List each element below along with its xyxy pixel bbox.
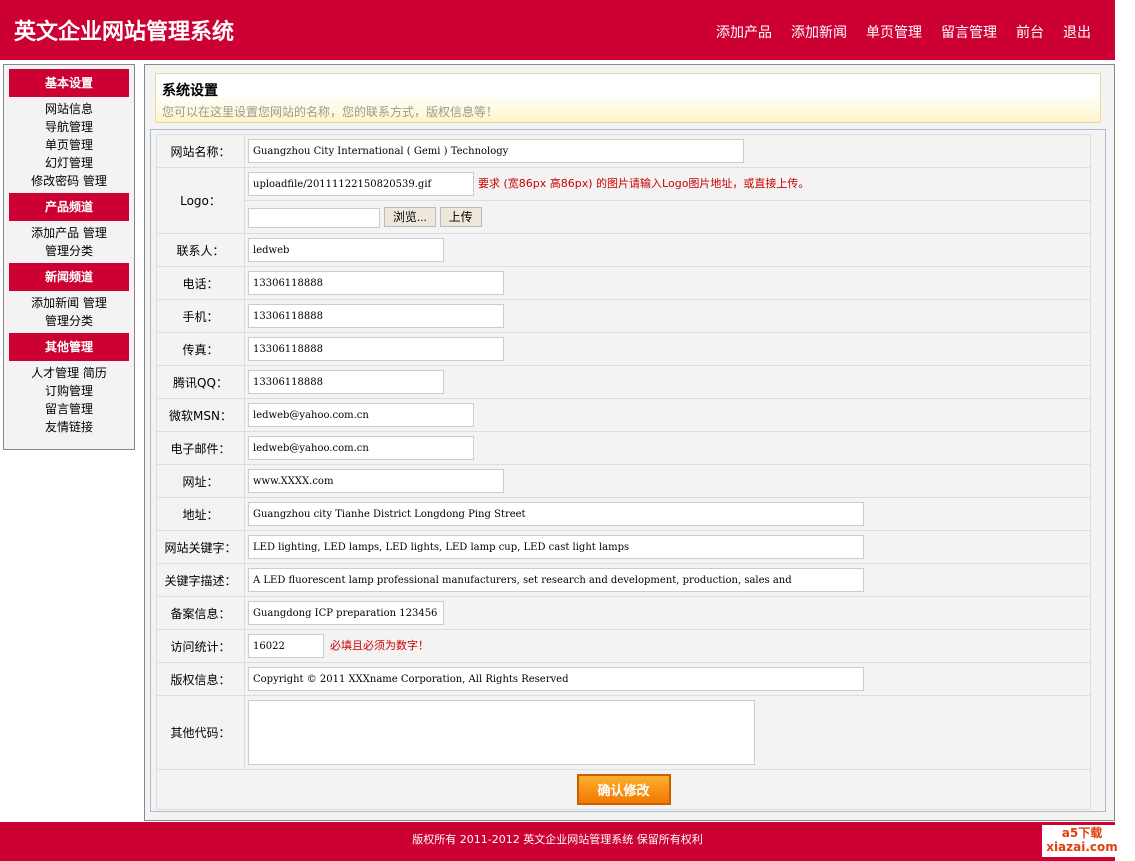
sidebar-item-add-product[interactable]: 添加产品 管理 [4, 224, 134, 242]
label-fax: 传真： [156, 332, 245, 366]
sidebar-section-basic: 基本设置 [9, 69, 129, 97]
sidebar-section-other: 其他管理 [9, 333, 129, 361]
notice-box: 系统设置 您可以在这里设置您网站的名称，您的联系方式，版权信息等！ [155, 73, 1101, 123]
sidebar-item-password[interactable]: 修改密码 管理 [4, 172, 134, 190]
label-msn: 微软MSN： [156, 398, 245, 432]
sidebar-item-talent[interactable]: 人才管理 简历 [4, 364, 134, 382]
right-margin [1115, 0, 1135, 861]
logo-hint: 要求 (宽86px 高86px) 的图片请输入Logo图片地址，或直接上传。 [478, 176, 810, 190]
label-url: 网址： [156, 464, 245, 498]
label-site-name: 网站名称： [156, 134, 245, 168]
stats-hint: 必填且必须为数字！ [330, 638, 429, 652]
qq-input[interactable] [248, 370, 444, 394]
confirm-button[interactable]: 确认修改 [576, 774, 671, 805]
label-keywords: 网站关键字： [156, 530, 245, 564]
label-description: 关键字描述： [156, 563, 245, 597]
url-input[interactable] [248, 469, 504, 493]
settings-form: 网站名称： Logo： 要求 (宽86px 高86px) 的图片请输入Logo图… [150, 129, 1106, 812]
sidebar-section-products: 产品频道 [9, 193, 129, 221]
email-input[interactable] [248, 436, 474, 460]
logo-path-input[interactable] [248, 172, 474, 196]
nav-add-product[interactable]: 添加产品 [716, 22, 772, 42]
label-stats: 访问统计： [156, 629, 245, 663]
stats-input[interactable] [248, 634, 324, 658]
nav-message-manage[interactable]: 留言管理 [941, 22, 997, 42]
label-address: 地址： [156, 497, 245, 531]
sidebar-item-orders[interactable]: 订购管理 [4, 382, 134, 400]
copyright-input[interactable] [248, 667, 864, 691]
footer-copyright: 版权所有 2011-2012 英文企业网站管理系统 保留所有权利 [412, 833, 703, 846]
keywords-input[interactable] [248, 535, 864, 559]
mobile-input[interactable] [248, 304, 504, 328]
sidebar-item-product-categories[interactable]: 管理分类 [4, 242, 134, 260]
label-contact: 联系人： [156, 233, 245, 267]
address-input[interactable] [248, 502, 864, 526]
header: 英文企业网站管理系统 添加产品 添加新闻 单页管理 留言管理 前台 退出 [0, 0, 1115, 60]
nav-frontend[interactable]: 前台 [1016, 22, 1044, 42]
nav-logout[interactable]: 退出 [1063, 22, 1091, 42]
label-other-code: 其他代码： [156, 695, 245, 770]
main-panel: 系统设置 您可以在这里设置您网站的名称，您的联系方式，版权信息等！ 网站名称： … [144, 64, 1115, 821]
sidebar-item-add-news[interactable]: 添加新闻 管理 [4, 294, 134, 312]
label-qq: 腾讯QQ： [156, 365, 245, 399]
top-nav: 添加产品 添加新闻 单页管理 留言管理 前台 退出 [716, 22, 1091, 42]
site-name-input[interactable] [248, 139, 744, 163]
footer: 版权所有 2011-2012 英文企业网站管理系统 保留所有权利 [0, 822, 1115, 861]
label-logo: Logo： [156, 167, 245, 234]
label-mobile: 手机： [156, 299, 245, 333]
label-phone: 电话： [156, 266, 245, 300]
contact-input[interactable] [248, 238, 444, 262]
msn-input[interactable] [248, 403, 474, 427]
sidebar-item-news-categories[interactable]: 管理分类 [4, 312, 134, 330]
description-input[interactable] [248, 568, 864, 592]
page-title: 系统设置 [162, 83, 218, 99]
upload-button[interactable]: 上传 [439, 206, 482, 227]
logo-file-input[interactable] [248, 207, 380, 228]
page-description: 您可以在这里设置您网站的名称，您的联系方式，版权信息等！ [162, 105, 499, 119]
sidebar-item-nav[interactable]: 导航管理 [4, 118, 134, 136]
sidebar-item-pages[interactable]: 单页管理 [4, 136, 134, 154]
phone-input[interactable] [248, 271, 504, 295]
browse-button[interactable]: 浏览... [383, 206, 436, 227]
label-email: 电子邮件： [156, 431, 245, 465]
label-copyright: 版权信息： [156, 662, 245, 696]
sidebar-item-slides[interactable]: 幻灯管理 [4, 154, 134, 172]
nav-page-manage[interactable]: 单页管理 [866, 22, 922, 42]
sidebar-item-links[interactable]: 友情链接 [4, 418, 134, 436]
icp-input[interactable] [248, 601, 444, 625]
sidebar-item-site-info[interactable]: 网站信息 [4, 100, 134, 118]
a5-download-logo: a5下载 xiazai.com [1042, 825, 1122, 857]
other-code-textarea[interactable] [248, 700, 755, 765]
sidebar-section-news: 新闻频道 [9, 263, 129, 291]
nav-add-news[interactable]: 添加新闻 [791, 22, 847, 42]
fax-input[interactable] [248, 337, 504, 361]
label-icp: 备案信息： [156, 596, 245, 630]
sidebar: 基本设置 网站信息 导航管理 单页管理 幻灯管理 修改密码 管理 产品频道 添加… [3, 64, 135, 450]
site-title: 英文企业网站管理系统 [14, 19, 235, 45]
sidebar-item-messages[interactable]: 留言管理 [4, 400, 134, 418]
